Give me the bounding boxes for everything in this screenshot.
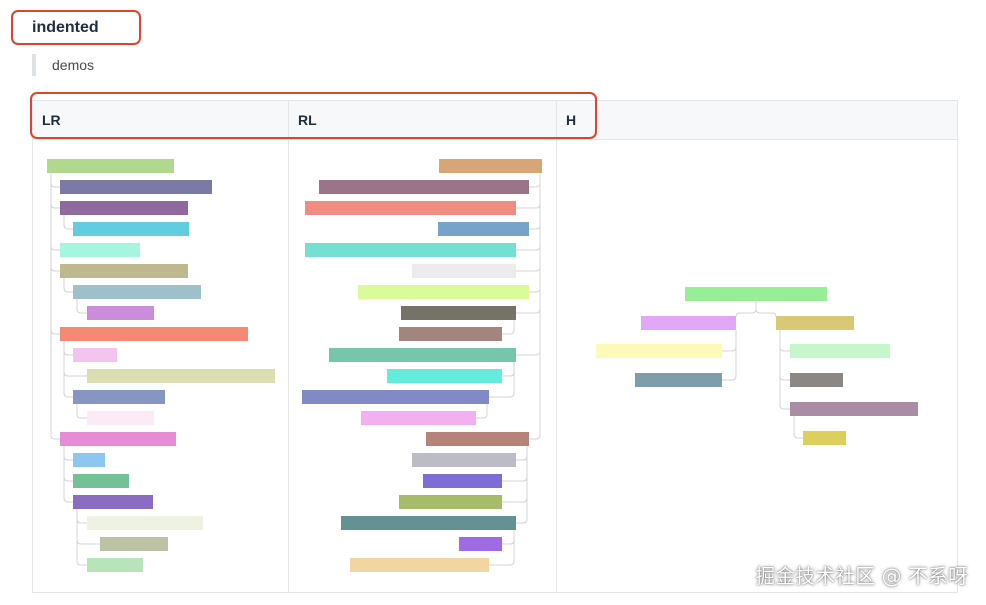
watermark: 掘金技术社区 @ 不系呀 [755, 564, 968, 588]
lr-tree-node [60, 180, 212, 194]
h-tree-edge [722, 330, 737, 352]
h-tree-node [641, 316, 736, 330]
lr-tree-edge [76, 509, 87, 566]
lr-tree-edge [63, 446, 73, 503]
rl-tree-node [305, 201, 516, 215]
h-tree-edge [793, 416, 803, 439]
lr-tree-edge [63, 446, 73, 461]
rl-tree-edge [529, 173, 541, 293]
lr-tree-edge [63, 215, 73, 230]
lr-tree-edge [63, 278, 73, 293]
rl-tree-node [361, 411, 476, 425]
rl-tree-edge [516, 173, 541, 356]
h-tree-edge [735, 301, 757, 318]
lr-tree-edge [50, 173, 60, 272]
rl-tree-node [329, 348, 516, 362]
lr-tree-node [73, 390, 165, 404]
lr-tree-node [73, 495, 153, 509]
lr-tree-node [73, 285, 201, 299]
h-tree-edge [722, 330, 737, 381]
lr-tree-node [47, 159, 174, 173]
rl-tree-node [439, 159, 542, 173]
h-tree-root-node [685, 287, 827, 301]
lr-tree-node [73, 474, 129, 488]
lr-tree-edge [76, 299, 87, 314]
h-tree-node [635, 373, 722, 387]
lr-tree-edge [50, 173, 60, 209]
lr-tree-node [60, 432, 176, 446]
h-tree-node [790, 373, 843, 387]
rl-tree-node [426, 432, 529, 446]
lr-tree-edge [76, 404, 87, 419]
lr-tree-node [73, 222, 189, 236]
lr-tree-node [60, 327, 248, 341]
rl-tree-node [399, 495, 502, 509]
lr-tree-node [60, 201, 188, 215]
rl-tree-node [412, 264, 516, 278]
rl-tree-node [358, 285, 529, 299]
lr-tree-edge [63, 341, 73, 356]
lr-tree-edge [76, 509, 87, 524]
rl-tree-edge [529, 173, 541, 230]
lr-tree-node [60, 264, 188, 278]
h-tree-node [776, 316, 854, 330]
rl-tree-node [412, 453, 516, 467]
rl-tree-node [401, 306, 516, 320]
rl-tree-edge [529, 173, 541, 188]
h-tree-edge [779, 330, 790, 352]
indented-tree-diagrams [47, 159, 918, 572]
rl-tree-node [305, 243, 516, 257]
lr-tree-node [73, 348, 117, 362]
rl-tree-edge [529, 173, 541, 440]
rl-tree-edge [502, 530, 515, 545]
h-tree-edge [779, 330, 790, 410]
h-tree-edge [755, 301, 777, 318]
lr-tree-edge [50, 173, 60, 440]
lr-tree-node [73, 453, 105, 467]
rl-tree-node [341, 516, 516, 530]
h-tree-node [803, 431, 846, 445]
rl-tree-edge [516, 446, 528, 461]
rl-tree-node [438, 222, 529, 236]
rl-tree-edge [502, 320, 515, 335]
h-tree-node [790, 402, 918, 416]
lr-tree-edge [63, 446, 73, 482]
rl-tree-edge [476, 404, 488, 419]
lr-tree-node [87, 306, 154, 320]
rl-tree-edge [516, 446, 528, 524]
h-tree-node [790, 344, 890, 358]
lr-tree-edge [50, 173, 60, 335]
rl-tree-node [387, 369, 502, 383]
rl-tree-node [350, 558, 489, 572]
rl-tree-node [399, 327, 502, 341]
lr-tree-node [87, 411, 154, 425]
h-tree-edge [779, 330, 790, 381]
lr-tree-node [87, 516, 203, 530]
lr-tree-node [60, 243, 140, 257]
lr-tree-node [87, 369, 275, 383]
lr-tree-edge [63, 341, 73, 398]
h-tree-node [596, 344, 722, 358]
rl-tree-edge [502, 362, 515, 377]
rl-tree-node [423, 474, 502, 488]
rl-tree-node [302, 390, 489, 404]
lr-tree-edge [50, 173, 60, 251]
lr-tree-node [87, 558, 143, 572]
lr-tree-edge [50, 173, 60, 188]
rl-tree-node [459, 537, 502, 551]
rl-tree-node [319, 180, 529, 194]
lr-tree-node [100, 537, 168, 551]
